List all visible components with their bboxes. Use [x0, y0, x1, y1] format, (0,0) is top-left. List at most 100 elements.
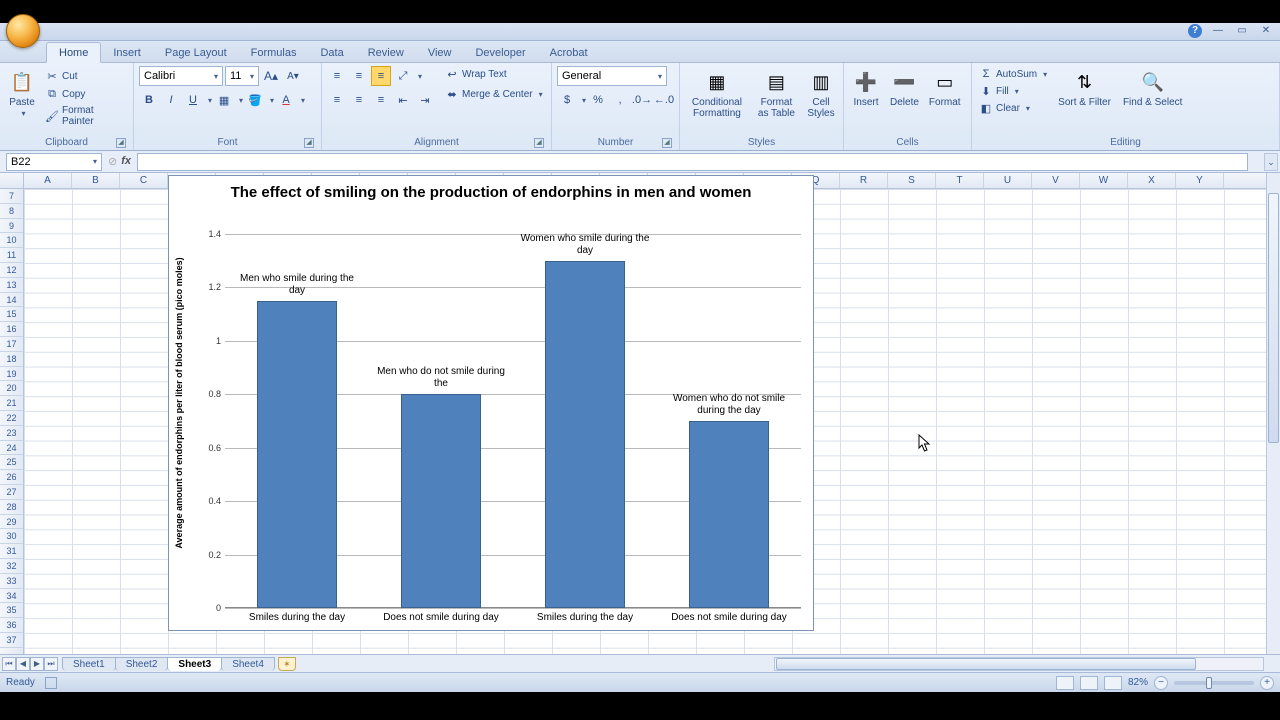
zoom-out-button[interactable]: −	[1154, 676, 1168, 690]
row-header-36[interactable]: 36	[0, 618, 23, 633]
fill-button[interactable]: ⬇Fill▾	[977, 83, 1049, 99]
office-button[interactable]	[6, 14, 40, 48]
align-middle-button[interactable]: ≡	[349, 66, 369, 86]
col-header-C[interactable]: C	[120, 173, 168, 188]
format-cells-button[interactable]: ▭Format	[926, 66, 964, 110]
row-header-7[interactable]: 7	[0, 189, 23, 204]
row-header-15[interactable]: 15	[0, 307, 23, 322]
align-top-button[interactable]: ≡	[327, 66, 347, 86]
font-color-button[interactable]: A	[276, 90, 296, 110]
hscroll-thumb[interactable]	[776, 658, 1196, 670]
fx-cancel-icon[interactable]: ⊘	[108, 155, 117, 168]
decrease-decimal-button[interactable]: ←.0	[654, 90, 674, 110]
comma-button[interactable]: ,	[610, 90, 630, 110]
vscroll-thumb[interactable]	[1268, 193, 1279, 443]
row-header-13[interactable]: 13	[0, 278, 23, 293]
alignment-dialog-launcher[interactable]: ◢	[534, 138, 544, 148]
find-select-button[interactable]: 🔍Find & Select	[1120, 66, 1185, 110]
tab-view[interactable]: View	[416, 43, 464, 62]
currency-button[interactable]: $	[557, 90, 577, 110]
row-header-17[interactable]: 17	[0, 337, 23, 352]
tab-nav-next[interactable]: ▶	[30, 657, 44, 671]
col-header-A[interactable]: A	[24, 173, 72, 188]
number-dialog-launcher[interactable]: ◢	[662, 138, 672, 148]
minimize-button[interactable]: —	[1210, 24, 1226, 38]
align-bottom-button[interactable]: ≡	[371, 66, 391, 86]
row-header-25[interactable]: 25	[0, 455, 23, 470]
macro-record-icon[interactable]	[45, 677, 57, 689]
wrap-text-button[interactable]: ↩Wrap Text	[443, 66, 545, 82]
tab-nav-prev[interactable]: ◀	[16, 657, 30, 671]
tab-developer[interactable]: Developer	[463, 43, 537, 62]
bar-3[interactable]	[689, 421, 770, 608]
increase-indent-button[interactable]: ⇥	[415, 90, 435, 110]
col-header-B[interactable]: B	[72, 173, 120, 188]
tab-formulas[interactable]: Formulas	[239, 43, 309, 62]
font-name-select[interactable]: Calibri▾	[139, 66, 223, 86]
expand-formula-bar[interactable]: ⌄	[1264, 153, 1278, 171]
format-painter-button[interactable]: 🖌Format Painter	[43, 104, 128, 128]
col-header-X[interactable]: X	[1128, 173, 1176, 188]
select-all-corner[interactable]	[0, 173, 24, 188]
decrease-indent-button[interactable]: ⇤	[393, 90, 413, 110]
maximize-button[interactable]: ▭	[1234, 24, 1250, 38]
help-button[interactable]: ?	[1188, 24, 1202, 38]
cell-styles-button[interactable]: ▥Cell Styles	[804, 66, 838, 121]
sheet-tab-sheet1[interactable]: Sheet1	[62, 657, 116, 671]
tab-home[interactable]: Home	[46, 42, 101, 63]
bar-0[interactable]	[257, 301, 338, 608]
sheet-tab-sheet4[interactable]: Sheet4	[221, 657, 275, 671]
font-dialog-launcher[interactable]: ◢	[304, 138, 314, 148]
tab-acrobat[interactable]: Acrobat	[538, 43, 600, 62]
fx-icon[interactable]: fx	[121, 155, 131, 168]
row-header-22[interactable]: 22	[0, 411, 23, 426]
row-header-24[interactable]: 24	[0, 441, 23, 456]
merge-center-button[interactable]: ⬌Merge & Center▾	[443, 86, 545, 102]
normal-view-button[interactable]	[1056, 676, 1074, 690]
row-header-34[interactable]: 34	[0, 589, 23, 604]
autosum-button[interactable]: ΣAutoSum▾	[977, 66, 1049, 82]
orientation-button[interactable]: ⤢	[393, 66, 413, 86]
row-header-11[interactable]: 11	[0, 248, 23, 263]
align-left-button[interactable]: ≡	[327, 90, 347, 110]
sheet-tab-sheet3[interactable]: Sheet3	[167, 657, 222, 671]
row-header-29[interactable]: 29	[0, 515, 23, 530]
horizontal-scrollbar[interactable]	[774, 657, 1264, 671]
delete-cells-button[interactable]: ➖Delete	[887, 66, 922, 110]
border-button[interactable]: ▦	[214, 90, 234, 110]
page-break-view-button[interactable]	[1104, 676, 1122, 690]
row-header-14[interactable]: 14	[0, 293, 23, 308]
row-header-20[interactable]: 20	[0, 381, 23, 396]
col-header-R[interactable]: R	[840, 173, 888, 188]
row-header-8[interactable]: 8	[0, 204, 23, 219]
clear-button[interactable]: ◧Clear▾	[977, 100, 1049, 116]
row-header-16[interactable]: 16	[0, 322, 23, 337]
conditional-formatting-button[interactable]: ▦Conditional Formatting	[685, 66, 749, 121]
bold-button[interactable]: B	[139, 90, 159, 110]
col-header-V[interactable]: V	[1032, 173, 1080, 188]
col-header-T[interactable]: T	[936, 173, 984, 188]
col-header-U[interactable]: U	[984, 173, 1032, 188]
col-header-Y[interactable]: Y	[1176, 173, 1224, 188]
paste-button[interactable]: 📋 Paste ▾	[5, 66, 39, 120]
zoom-slider[interactable]	[1174, 681, 1254, 685]
increase-decimal-button[interactable]: .0→	[632, 90, 652, 110]
decrease-font-button[interactable]: A▾	[283, 66, 303, 86]
format-as-table-button[interactable]: ▤Format as Table	[753, 66, 800, 121]
sheet-tab-sheet2[interactable]: Sheet2	[115, 657, 169, 671]
row-header-35[interactable]: 35	[0, 603, 23, 618]
row-header-37[interactable]: 37	[0, 633, 23, 648]
row-header-9[interactable]: 9	[0, 219, 23, 234]
clipboard-dialog-launcher[interactable]: ◢	[116, 138, 126, 148]
align-center-button[interactable]: ≡	[349, 90, 369, 110]
italic-button[interactable]: I	[161, 90, 181, 110]
tab-review[interactable]: Review	[356, 43, 416, 62]
align-right-button[interactable]: ≡	[371, 90, 391, 110]
tab-insert[interactable]: Insert	[101, 43, 153, 62]
embedded-chart[interactable]: The effect of smiling on the production …	[168, 175, 814, 631]
tab-nav-last[interactable]: ⏭	[44, 657, 58, 671]
row-header-18[interactable]: 18	[0, 352, 23, 367]
row-header-19[interactable]: 19	[0, 367, 23, 382]
worksheet-grid[interactable]: ABCDEFGHIJKLMNOPQRSTUVWXY 78910111213141…	[0, 173, 1280, 654]
row-header-28[interactable]: 28	[0, 500, 23, 515]
